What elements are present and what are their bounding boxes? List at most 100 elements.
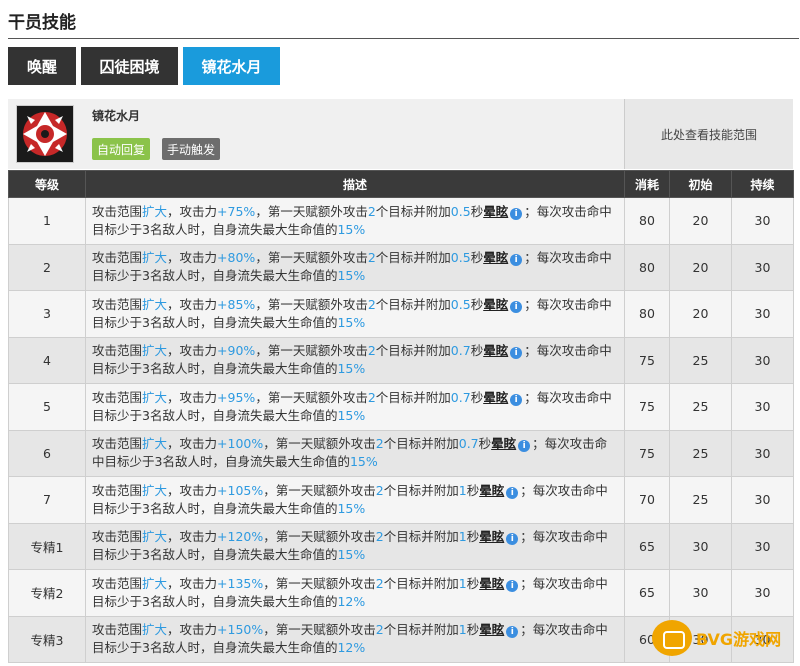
atk-value: +95% — [217, 389, 256, 405]
desc-text: ，第一天赋额外攻击 — [263, 482, 376, 498]
atk-value: +135% — [217, 575, 264, 591]
stun-keyword[interactable]: 晕眩 — [479, 529, 504, 544]
sp-recovery-tag: 自动回复 — [92, 138, 151, 160]
stun-keyword[interactable]: 晕眩 — [491, 436, 516, 451]
table-row: 1 攻击范围扩大，攻击力+75%，第一天赋额外攻击2个目标并附加0.5秒晕眩 i ；每… — [8, 197, 794, 245]
duration-cell: 30 — [731, 522, 794, 570]
atk-value: +85% — [217, 296, 256, 312]
tab-mirror-flower[interactable]: 镜花水月 — [183, 47, 280, 85]
table-row: 7 攻击范围扩大，攻击力+105%，第一天赋额外攻击2个目标并附加1秒晕眩 i ；每次… — [8, 476, 794, 524]
level-cell: 4 — [8, 336, 86, 384]
info-icon[interactable]: i — [510, 254, 523, 267]
initial-cell: 30 — [669, 569, 732, 617]
trigger-type-tag: 手动触发 — [162, 138, 221, 160]
stun-keyword[interactable]: 晕眩 — [483, 204, 508, 219]
info-icon[interactable]: i — [510, 393, 523, 406]
stun-duration: 1 — [458, 482, 467, 498]
tab-prisoners-dilemma[interactable]: 囚徒困境 — [81, 47, 178, 85]
desc-text: ，攻击力 — [167, 296, 218, 312]
info-icon[interactable]: i — [518, 440, 531, 453]
level-cell: 3 — [8, 290, 86, 338]
stun-keyword[interactable]: 晕眩 — [479, 483, 504, 498]
range-keyword: 扩大 — [142, 296, 168, 312]
desc-text: 攻击范围 — [92, 622, 143, 638]
stun-duration: 0.5 — [450, 203, 471, 219]
duration-cell: 30 — [731, 336, 794, 384]
range-keyword: 扩大 — [142, 250, 168, 266]
info-icon[interactable]: i — [506, 579, 519, 592]
header-duration: 持续 — [731, 170, 794, 198]
info-icon[interactable]: i — [510, 207, 523, 220]
desc-text: ，攻击力 — [167, 250, 218, 266]
cost-cell: 75 — [624, 429, 670, 477]
header-initial: 初始 — [669, 170, 732, 198]
info-icon[interactable]: i — [506, 533, 519, 546]
description-cell: 攻击范围扩大，攻击力+105%，第一天赋额外攻击2个目标并附加1秒晕眩 i ；每次攻… — [85, 476, 625, 524]
skill-name: 镜花水月 — [92, 109, 141, 123]
atk-value: +80% — [217, 250, 256, 266]
table-row: 6 攻击范围扩大，攻击力+100%，第一天赋额外攻击2个目标并附加0.7秒晕眩 i；… — [8, 429, 794, 477]
hp-loss-pct: 15% — [337, 361, 366, 377]
stun-duration: 0.7 — [450, 343, 471, 359]
stun-keyword[interactable]: 晕眩 — [483, 390, 508, 405]
desc-text: ，第一天赋额外攻击 — [255, 250, 368, 266]
stun-duration: 0.5 — [450, 250, 471, 266]
hp-loss-pct: 15% — [349, 454, 378, 470]
table-row: 2 攻击范围扩大，攻击力+80%，第一天赋额外攻击2个目标并附加0.5秒晕眩 i ；每… — [8, 243, 794, 291]
tab-awaken[interactable]: 唤醒 — [8, 47, 76, 85]
description-cell: 攻击范围扩大，攻击力+120%，第一天赋额外攻击2个目标并附加1秒晕眩 i ；每次攻… — [85, 522, 625, 570]
stun-duration: 0.5 — [450, 296, 471, 312]
description-cell: 攻击范围扩大，攻击力+100%，第一天赋额外攻击2个目标并附加0.7秒晕眩 i ；每… — [85, 429, 625, 477]
cost-cell: 65 — [624, 522, 670, 570]
cost-cell: 80 — [624, 197, 670, 245]
table-row: 专精2 攻击范围扩大，攻击力+135%，第一天赋额外攻击2个目标并附加1秒晕眩 i；… — [8, 569, 794, 617]
level-cell: 7 — [8, 476, 86, 524]
description-cell: 攻击范围扩大，攻击力+95%，第一天赋额外攻击2个目标并附加0.7秒晕眩 i ；每次… — [85, 383, 625, 431]
table-row: 5 攻击范围扩大，攻击力+95%，第一天赋额外攻击2个目标并附加0.7秒晕眩 i ；每… — [8, 383, 794, 431]
hp-loss-pct: 15% — [337, 268, 366, 284]
hp-loss-pct: 12% — [337, 640, 366, 656]
desc-text: 秒 — [466, 529, 480, 545]
range-keyword: 扩大 — [142, 203, 168, 219]
cost-cell: 80 — [624, 243, 670, 291]
desc-text: 秒 — [470, 343, 484, 359]
site-watermark: BVG游戏网 — [652, 617, 800, 659]
desc-text: 秒 — [478, 436, 492, 452]
range-keyword: 扩大 — [142, 529, 168, 545]
title-divider — [8, 38, 799, 39]
table-row: 3 攻击范围扩大，攻击力+85%，第一天赋额外攻击2个目标并附加0.5秒晕眩 i ；每… — [8, 290, 794, 338]
desc-text: ，攻击力 — [167, 203, 218, 219]
info-icon[interactable]: i — [510, 300, 523, 313]
desc-text: ，攻击力 — [167, 529, 218, 545]
stun-keyword[interactable]: 晕眩 — [483, 343, 508, 358]
initial-cell: 20 — [669, 290, 732, 338]
target-count: 2 — [375, 436, 384, 452]
info-icon[interactable]: i — [510, 347, 523, 360]
initial-cell: 25 — [669, 383, 732, 431]
description-cell: 攻击范围扩大，攻击力+90%，第一天赋额外攻击2个目标并附加0.7秒晕眩 i ；每次… — [85, 336, 625, 384]
desc-text: ，第一天赋额外攻击 — [255, 203, 368, 219]
initial-cell: 25 — [669, 429, 732, 477]
stun-keyword[interactable]: 晕眩 — [479, 622, 504, 637]
stun-keyword[interactable]: 晕眩 — [479, 576, 504, 591]
atk-value: +75% — [217, 203, 256, 219]
stun-keyword[interactable]: 晕眩 — [483, 250, 508, 265]
info-icon[interactable]: i — [506, 486, 519, 499]
initial-cell: 20 — [669, 243, 732, 291]
desc-text: ，攻击力 — [167, 389, 218, 405]
gamepad-icon — [652, 620, 692, 656]
info-icon[interactable]: i — [506, 626, 519, 639]
desc-text: ，第一天赋额外攻击 — [255, 296, 368, 312]
initial-cell: 20 — [669, 197, 732, 245]
desc-text: 个目标并附加 — [383, 529, 459, 545]
header-cost: 消耗 — [624, 170, 670, 198]
desc-text: 个目标并附加 — [383, 575, 459, 591]
duration-cell: 30 — [731, 243, 794, 291]
cost-cell: 70 — [624, 476, 670, 524]
hp-loss-pct: 15% — [337, 221, 366, 237]
hp-loss-pct: 15% — [337, 547, 366, 563]
view-range-link[interactable]: 此处查看技能范围 — [624, 99, 793, 169]
desc-text: 攻击范围 — [92, 575, 143, 591]
desc-text: 攻击范围 — [92, 250, 143, 266]
stun-keyword[interactable]: 晕眩 — [483, 297, 508, 312]
